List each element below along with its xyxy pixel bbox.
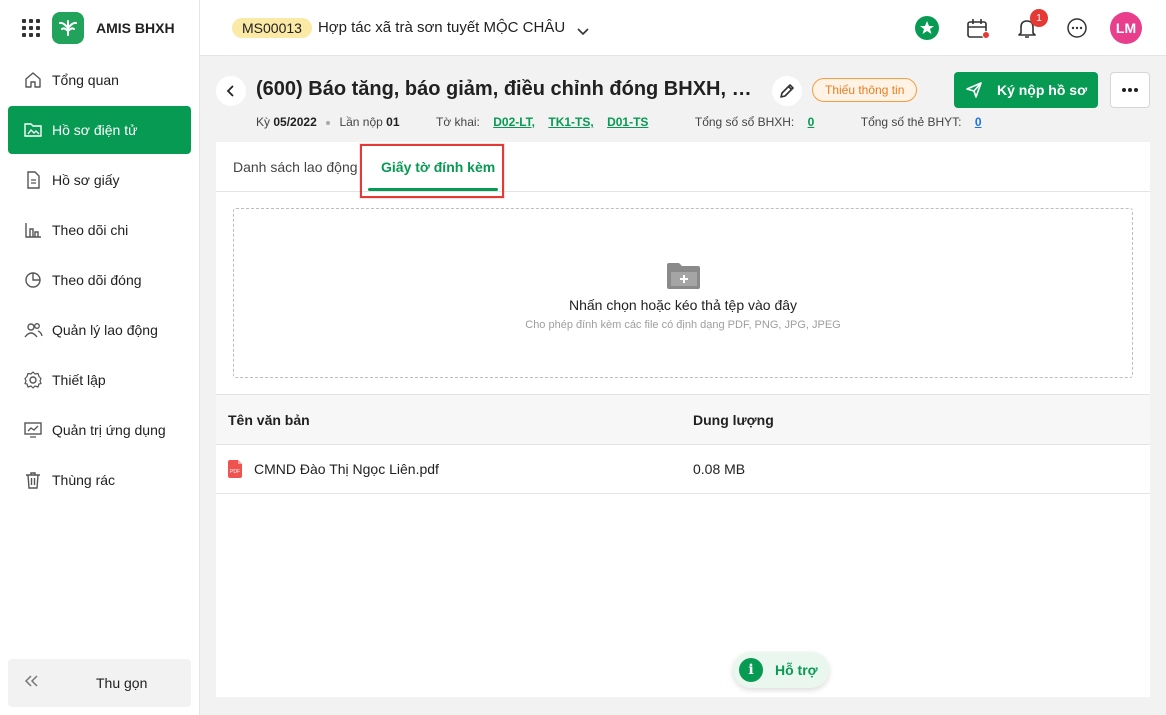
collapse-sidebar-button[interactable]: Thu gọn xyxy=(8,659,191,707)
sidebar-item-quan-ly-lao-dong[interactable]: Quản lý lao động xyxy=(8,306,191,354)
attachments-table: Tên văn bản Dung lượng PDF CMND Đào Thị … xyxy=(216,394,1150,494)
sidebar-item-theo-doi-chi[interactable]: Theo dõi chi xyxy=(8,206,191,254)
forms-label: Tờ khai: xyxy=(436,115,480,129)
submit-dossier-button[interactable]: Ký nộp hồ sơ xyxy=(954,72,1098,108)
amis-logo-icon xyxy=(52,12,84,44)
status-badge: Thiếu thông tin xyxy=(812,78,918,102)
more-horizontal-circle-icon[interactable] xyxy=(1064,15,1090,41)
period-value: 05/2022 xyxy=(273,115,317,129)
form-link-d01-ts[interactable]: D01-TS xyxy=(607,115,648,129)
bhxh-count-link[interactable]: 0 xyxy=(808,115,815,129)
sidebar-item-theo-doi-dong[interactable]: Theo dõi đóng xyxy=(8,256,191,304)
submit-label: Ký nộp hồ sơ xyxy=(996,82,1088,98)
table-row[interactable]: PDF CMND Đào Thị Ngọc Liên.pdf 0.08 MB xyxy=(216,445,1150,494)
star-badge-icon[interactable] xyxy=(914,15,940,41)
top-icons: 1 LM xyxy=(890,0,1166,56)
more-actions-button[interactable] xyxy=(1110,72,1150,108)
brand: AMIS BHXH xyxy=(0,0,199,56)
trash-icon xyxy=(22,469,44,491)
svg-text:PDF: PDF xyxy=(230,469,240,475)
sidebar-item-quan-tri-ung-dung[interactable]: Quản trị ứng dụng xyxy=(8,406,191,454)
home-icon xyxy=(22,69,44,91)
folder-image-icon xyxy=(22,119,44,141)
collapse-label: Thu gọn xyxy=(96,675,148,691)
send-icon xyxy=(966,82,982,98)
column-header-size: Dung lượng xyxy=(693,411,774,428)
tab-bar: Danh sách lao động Giấy tờ đính kèm xyxy=(216,142,1150,198)
support-label: Hỗ trợ xyxy=(775,662,818,678)
bar-chart-icon xyxy=(22,219,44,241)
sidebar-item-thiet-lap[interactable]: Thiết lập xyxy=(8,356,191,404)
page-title: (600) Báo tăng, báo giảm, điều chỉnh đón… xyxy=(256,78,766,100)
file-size: 0.08 MB xyxy=(693,461,746,477)
sidebar-item-label: Theo dõi đóng xyxy=(52,272,142,288)
chevron-left-icon xyxy=(226,85,234,97)
period-label: Kỳ xyxy=(256,115,271,129)
more-horizontal-icon xyxy=(1122,88,1138,92)
tab-highlight-box xyxy=(360,144,504,198)
pie-chart-icon xyxy=(22,269,44,291)
sidebar-item-label: Hồ sơ điện tử xyxy=(52,122,138,138)
file-name[interactable]: CMND Đào Thị Ngọc Liên.pdf xyxy=(254,461,439,477)
sidebar-nav: Tổng quan Hồ sơ điện tử Hồ sơ giấy Theo … xyxy=(0,56,199,504)
sidebar-item-ho-so-giay[interactable]: Hồ sơ giấy xyxy=(8,156,191,204)
form-link-tk1-ts[interactable]: TK1-TS, xyxy=(548,115,593,129)
sidebar-item-tong-quan[interactable]: Tổng quan xyxy=(8,56,191,104)
content-panel: Danh sách lao động Giấy tờ đính kèm Nhấn… xyxy=(216,142,1150,697)
users-icon xyxy=(22,319,44,341)
double-chevron-left-icon xyxy=(22,673,42,694)
sidebar-item-label: Tổng quan xyxy=(52,72,119,88)
monitor-chart-icon xyxy=(22,419,44,441)
notification-badge: 1 xyxy=(1030,9,1048,27)
sidebar-item-label: Hồ sơ giấy xyxy=(52,172,120,188)
column-header-name: Tên văn bản xyxy=(228,411,310,428)
folder-add-icon xyxy=(667,263,701,292)
info-icon: i xyxy=(739,658,763,682)
table-header: Tên văn bản Dung lượng xyxy=(216,395,1150,445)
org-code-badge: MS00013 xyxy=(232,17,312,38)
brand-name: AMIS BHXH xyxy=(96,20,175,36)
back-button[interactable] xyxy=(216,76,246,106)
document-icon xyxy=(22,169,44,191)
bhyt-count-link[interactable]: 0 xyxy=(975,115,982,129)
form-link-d02-lt[interactable]: D02-LT, xyxy=(493,115,535,129)
submit-count-label: Lần nộp xyxy=(339,115,383,129)
chevron-down-icon[interactable] xyxy=(577,23,589,35)
edit-button[interactable] xyxy=(772,76,802,106)
file-dropzone[interactable]: Nhấn chọn hoặc kéo thả tệp vào đây Cho p… xyxy=(233,208,1133,378)
sidebar-item-label: Thùng rác xyxy=(52,472,116,488)
app-grid-icon[interactable] xyxy=(22,19,40,37)
pdf-file-icon: PDF xyxy=(228,460,244,478)
dropzone-hint: Cho phép đính kèm các file có định dạng … xyxy=(525,319,841,331)
sidebar-item-label: Thiết lập xyxy=(52,372,106,388)
page-header: (600) Báo tăng, báo giảm, điều chỉnh đón… xyxy=(216,70,1150,130)
dot-separator xyxy=(326,120,331,125)
sidebar-item-label: Quản trị ứng dụng xyxy=(52,422,166,438)
dossier-meta: Kỳ 05/2022 Lần nộp 01 Tờ khai: D02-LT, T… xyxy=(256,115,992,129)
file-name-cell: PDF CMND Đào Thị Ngọc Liên.pdf xyxy=(228,445,439,493)
sidebar-item-thung-rac[interactable]: Thùng rác xyxy=(8,456,191,504)
bhyt-count-label: Tổng số thẻ BHYT: xyxy=(860,115,962,129)
sidebar-item-label: Theo dõi chi xyxy=(52,222,129,238)
sidebar: AMIS BHXH Tổng quan Hồ sơ điện tử Hồ sơ … xyxy=(0,0,200,715)
sidebar-item-ho-so-dien-tu[interactable]: Hồ sơ điện tử xyxy=(8,106,191,154)
bell-icon[interactable]: 1 xyxy=(1014,9,1048,41)
support-button[interactable]: i Hỗ trợ xyxy=(733,652,829,688)
gear-icon xyxy=(22,369,44,391)
submit-count-value: 01 xyxy=(386,115,400,129)
pencil-icon xyxy=(780,84,794,98)
avatar[interactable]: LM xyxy=(1110,12,1142,44)
tab-danh-sach-lao-dong[interactable]: Danh sách lao động xyxy=(233,142,358,192)
sidebar-item-label: Quản lý lao động xyxy=(52,322,158,338)
unread-dot xyxy=(982,31,990,39)
calendar-gift-icon[interactable] xyxy=(964,15,990,41)
topbar: MS00013 Hợp tác xã trà sơn tuyết MỘC CHÂ… xyxy=(200,0,1166,56)
org-name[interactable]: Hợp tác xã trà sơn tuyết MỘC CHÂU xyxy=(318,19,565,36)
dropzone-title: Nhấn chọn hoặc kéo thả tệp vào đây xyxy=(568,297,798,313)
bhxh-count-label: Tổng số sổ BHXH: xyxy=(694,115,795,129)
